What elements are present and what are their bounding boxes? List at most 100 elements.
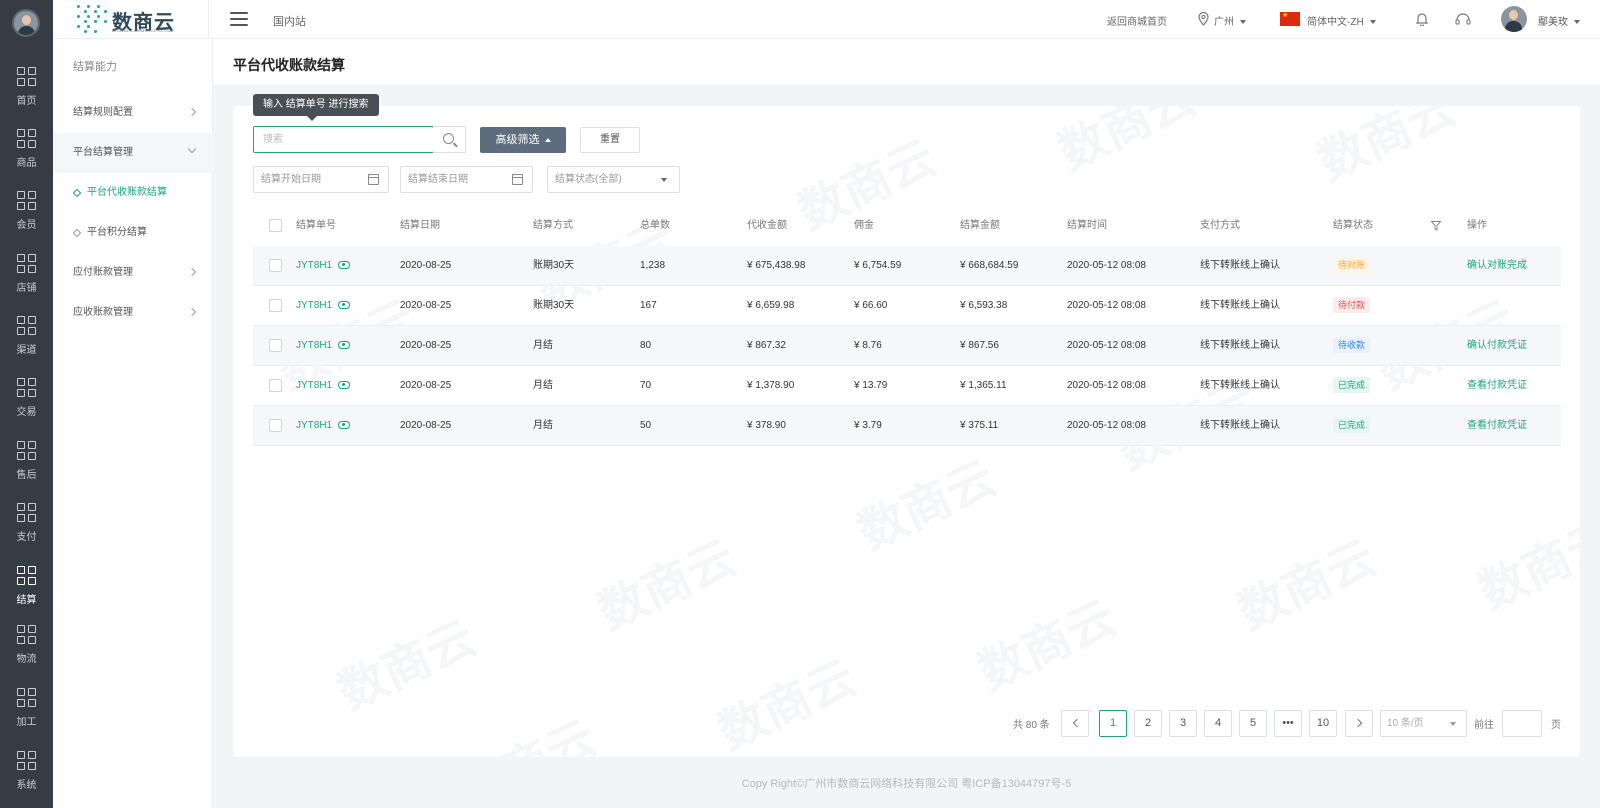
cell-collected: ¥ 675,438.98 <box>747 260 806 271</box>
search-input[interactable] <box>254 127 424 152</box>
end-date-picker[interactable]: 结算结束日期 <box>400 166 533 193</box>
column-header: 结算单号 <box>296 220 336 231</box>
rail-item[interactable]: 店铺 <box>0 254 53 304</box>
search-tooltip: 输入 结算单号 进行搜索 <box>253 94 379 121</box>
settlement-id-link[interactable]: JYT8H1 <box>296 260 332 271</box>
row-checkbox[interactable] <box>269 379 282 392</box>
cell-collected: ¥ 6,659.98 <box>747 300 795 311</box>
rail-item[interactable]: 支付 <box>0 503 53 553</box>
column-header: 结算方式 <box>533 220 573 231</box>
settlement-id-link[interactable]: JYT8H1 <box>296 380 332 391</box>
headset-icon[interactable] <box>1455 12 1471 26</box>
language-selector[interactable]: 简体中文-ZH <box>1307 13 1376 28</box>
watermark-logo: 数商云 <box>1050 106 1205 182</box>
status-cell: 待付款 <box>1333 286 1371 326</box>
city-label: 广州 <box>1214 17 1234 28</box>
page-number[interactable]: 4 <box>1204 710 1232 737</box>
page-number[interactable]: 5 <box>1239 710 1267 737</box>
watermark-logo: 数商云 <box>970 589 1125 702</box>
eye-icon[interactable] <box>338 261 351 270</box>
cell-settle: ¥ 6,593.38 <box>960 300 1008 311</box>
advanced-filter-button[interactable]: 高级筛选 <box>480 127 566 153</box>
next-page-button[interactable] <box>1345 710 1373 737</box>
cell-date: 2020-08-25 <box>400 260 452 271</box>
status-select-value: 结算状态(全部) <box>555 174 622 185</box>
dashboard-grid-icon <box>16 129 37 149</box>
filter-funnel-icon[interactable] <box>1431 221 1441 231</box>
page-number[interactable]: 3 <box>1169 710 1197 737</box>
goto-page-input[interactable] <box>1502 710 1542 737</box>
start-date-picker[interactable]: 结算开始日期 <box>253 166 389 193</box>
page-ellipsis[interactable]: ••• <box>1274 710 1302 737</box>
rail-item-label: 支付 <box>16 532 37 543</box>
reset-button[interactable]: 重置 <box>580 127 640 153</box>
cell-date: 2020-08-25 <box>400 340 452 351</box>
page-number[interactable]: 1 <box>1099 710 1127 737</box>
rail-item[interactable]: 渠道 <box>0 316 53 366</box>
dashboard-grid-icon <box>16 378 37 398</box>
rail-item-label: 系统 <box>16 780 37 791</box>
eye-icon[interactable] <box>338 381 351 390</box>
eye-icon[interactable] <box>338 421 351 430</box>
row-checkbox[interactable] <box>269 259 282 272</box>
settlement-id-link[interactable]: JYT8H1 <box>296 340 332 351</box>
column-header: 结算状态 <box>1333 220 1373 231</box>
cell-pay: 线下转账线上确认 <box>1200 420 1280 431</box>
submenu-item-rule-config[interactable]: 结算规则配置 <box>53 93 213 133</box>
eye-icon[interactable] <box>338 341 351 350</box>
cell-collected: ¥ 378.90 <box>747 420 786 431</box>
rail-avatar[interactable] <box>12 9 40 37</box>
rail-item[interactable]: 结算 <box>0 566 53 616</box>
dashboard-grid-icon <box>16 67 37 87</box>
bell-icon[interactable] <box>1416 12 1428 26</box>
row-action-link[interactable]: 确认付款凭证 <box>1467 326 1527 366</box>
rail-item[interactable]: 首页 <box>0 67 53 117</box>
rail-item[interactable]: 售后 <box>0 441 53 491</box>
user-avatar[interactable] <box>1501 6 1527 32</box>
submenu-subitem-collection-settlement[interactable]: 平台代收账款结算 <box>53 173 213 213</box>
submenu-item-payables[interactable]: 应付账款管理 <box>53 253 213 293</box>
rail-item[interactable]: 物流 <box>0 625 53 675</box>
row-checkbox[interactable] <box>269 339 282 352</box>
row-action-link[interactable]: 查看付款凭证 <box>1467 406 1527 446</box>
eye-icon[interactable] <box>338 301 351 310</box>
rail-item[interactable]: 商品 <box>0 129 53 179</box>
column-header: 结算金额 <box>960 220 1000 231</box>
rail-item[interactable]: 加工 <box>0 688 53 738</box>
watermark-logo: 数商云 <box>710 649 865 757</box>
menu-toggle-icon[interactable] <box>230 12 248 26</box>
cell-method: 月结 <box>533 420 553 431</box>
back-to-mall-link[interactable]: 返回商城首页 <box>1107 13 1167 28</box>
search-box <box>253 126 434 153</box>
logo[interactable]: 数商云 DIGITAL COMMERCE CLOUD <box>77 3 187 37</box>
status-select[interactable]: 结算状态(全部) <box>547 166 680 193</box>
column-header: 佣金 <box>854 220 874 231</box>
settlement-id-link[interactable]: JYT8H1 <box>296 420 332 431</box>
settlement-id-link[interactable]: JYT8H1 <box>296 300 332 311</box>
row-action-link[interactable]: 查看付款凭证 <box>1467 366 1527 406</box>
row-checkbox[interactable] <box>269 419 282 432</box>
search-button[interactable] <box>433 126 466 153</box>
rail-item[interactable]: 系统 <box>0 751 53 801</box>
submenu-subitem-points-settlement[interactable]: 平台积分结算 <box>53 213 213 253</box>
row-checkbox[interactable] <box>269 299 282 312</box>
submenu-item-platform-settlement[interactable]: 平台结算管理 <box>53 133 213 173</box>
user-menu[interactable]: 鄢美玫 <box>1538 13 1580 28</box>
select-all-checkbox[interactable] <box>269 219 282 232</box>
cell-count: 50 <box>640 420 652 431</box>
row-action-link[interactable]: 确认对账完成 <box>1467 246 1527 286</box>
rail-item[interactable]: 交易 <box>0 378 53 428</box>
submenu-item-receivables[interactable]: 应收账款管理 <box>53 293 213 333</box>
table-row: JYT8H1 2020-08-25 月结 50 ¥ 378.90 ¥ 3.79 ¥ 375.… <box>253 406 1561 446</box>
page-number[interactable]: 2 <box>1134 710 1162 737</box>
prev-page-button[interactable] <box>1061 710 1089 737</box>
page-size-select[interactable]: 10 条/页 <box>1380 710 1467 737</box>
calendar-icon <box>368 174 379 185</box>
watermark-logo: 数商云 <box>445 699 605 757</box>
column-header: 总单数 <box>640 220 670 231</box>
city-selector[interactable]: 广州 <box>1214 13 1246 28</box>
chevron-down-icon <box>1450 722 1456 726</box>
page-number[interactable]: 10 <box>1309 710 1337 737</box>
rail-item-label: 渠道 <box>16 345 37 356</box>
rail-item[interactable]: 会员 <box>0 191 53 241</box>
